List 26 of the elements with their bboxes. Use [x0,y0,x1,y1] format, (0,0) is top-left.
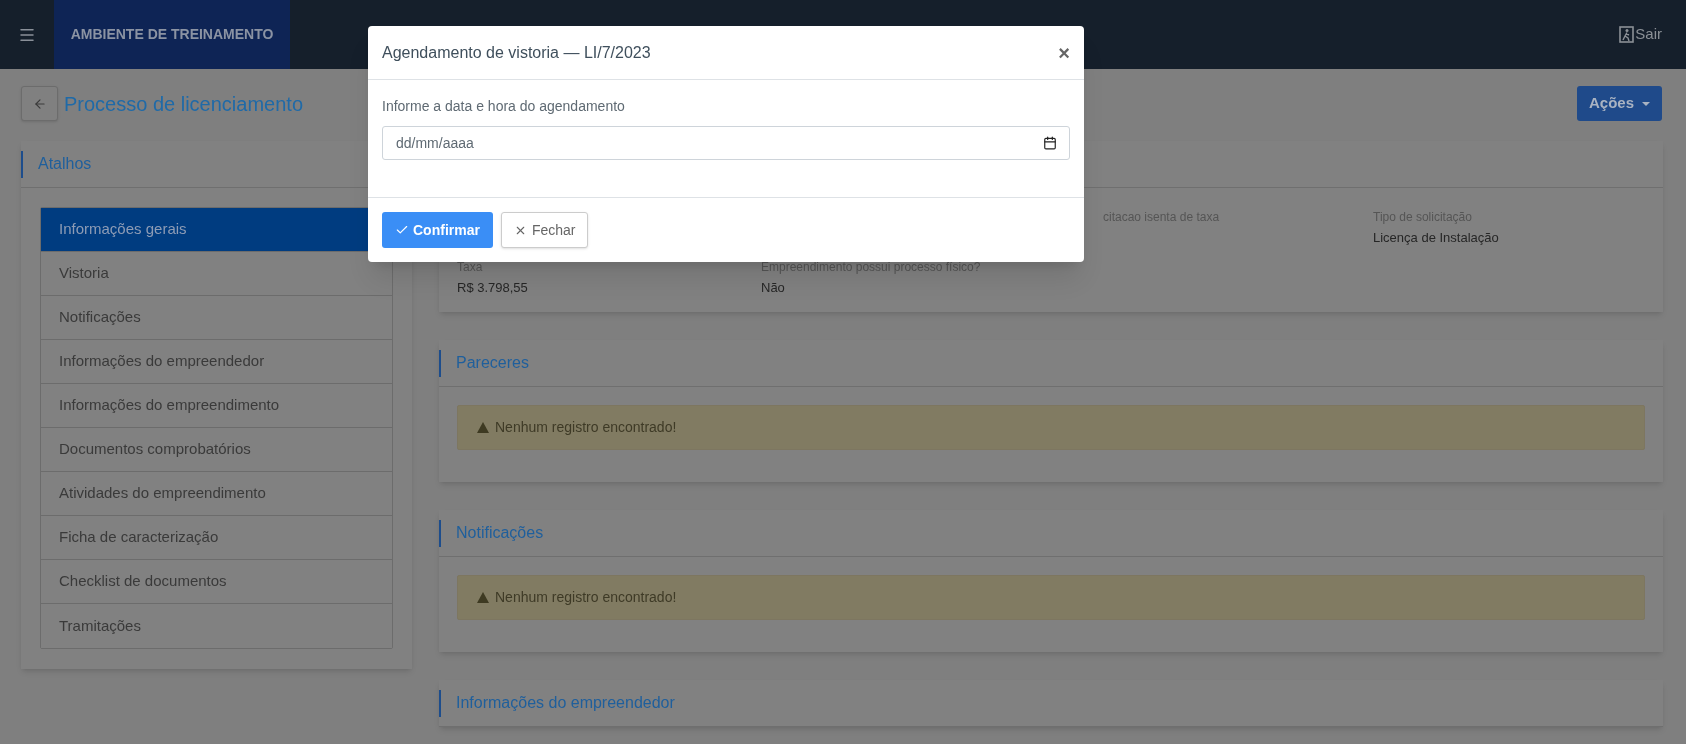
section-title: Informações do empreendedor [455,693,675,713]
alert-text: Nenhum registro encontrado! [495,588,677,607]
page-title: Processo de licenciamento [64,91,303,117]
check-icon [395,223,409,237]
back-button[interactable] [21,86,58,121]
dialog-title: Agendamento de vistoria — LI/7/2023 [382,42,651,63]
logout-button[interactable]: Sair [1619,23,1662,46]
field-value: R$ 3.798,55 [457,279,529,297]
confirm-button[interactable]: Confirmar [382,212,493,248]
warning-icon [477,422,489,433]
section-title: Atalhos [37,154,92,174]
caret-icon [1642,101,1650,106]
section-title: Notificações [455,523,544,543]
date-field[interactable]: dd/mm/aaaa [382,126,1070,160]
close-button[interactable]: × [1058,42,1070,63]
actions-button[interactable]: Ações [1576,86,1662,121]
close-dialog-button[interactable]: Fechar [500,212,589,248]
field-value: Licença de Instalação [1373,229,1500,247]
alert-text: Nenhum registro encontrado! [495,418,677,437]
exit-icon [1619,26,1635,43]
section-title: Pareceres [455,353,529,373]
calendar-icon[interactable] [1043,136,1057,150]
field-label: Informe a data e hora do agendamento [382,97,626,116]
field-value: Não [761,279,786,297]
warning-icon [477,592,489,603]
brand-title: AMBIENTE DE TREINAMENTO [70,25,274,44]
